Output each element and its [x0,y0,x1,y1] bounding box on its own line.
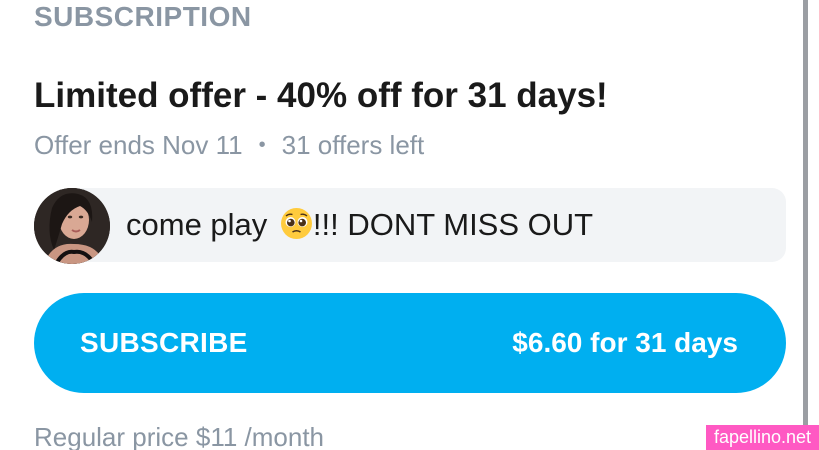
message-text-end: !!! DONT MISS OUT [312,207,594,242]
pleading-face-icon [280,207,313,240]
subscribe-price: $6.60 for 31 days [512,327,738,358]
offer-end-date: Offer ends Nov 11 [34,130,243,160]
promo-message: come play !!! DONT MISS OUT [34,188,786,264]
offer-title: Limited offer - 40% off for 31 days! [34,76,608,115]
subscription-page: SUBSCRIPTION Limited offer - 40% off for… [0,0,819,450]
separator-dot: • [258,134,266,156]
section-heading: SUBSCRIPTION [34,1,252,32]
offers-remaining: 31 offers left [281,130,425,160]
offer-meta: Offer ends Nov 11 • 31 offers left [34,128,424,162]
message-text-start: come play [126,207,268,242]
message-text: come play !!! DONT MISS OUT [126,206,593,244]
subscribe-button[interactable]: SUBSCRIBE $6.60 for 31 days [34,293,786,393]
regular-price: Regular price $11 /month [34,422,325,450]
watermark: fapellino.net [706,425,819,450]
avatar[interactable] [34,188,110,264]
subscribe-label: SUBSCRIBE [80,327,248,358]
avatar-photo [34,188,110,264]
scrollbar[interactable] [803,0,808,450]
